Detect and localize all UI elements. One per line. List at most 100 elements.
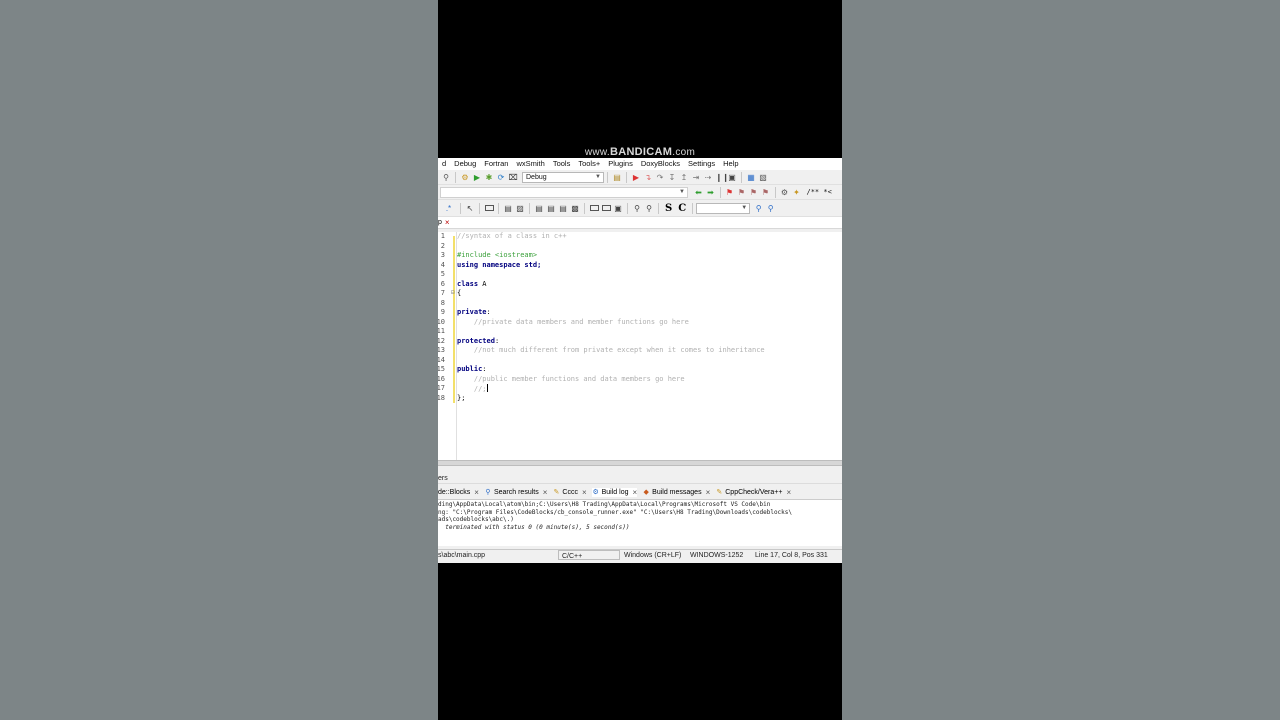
status-language: C/C++	[558, 550, 620, 560]
run-to-cursor-icon[interactable]: ↴	[644, 173, 653, 182]
next-instruction-icon[interactable]: ⇥	[692, 173, 701, 182]
close-icon[interactable]: ×	[543, 488, 548, 497]
code-line: using namespace std;	[457, 260, 542, 269]
build-run-icon[interactable]: ✱	[485, 173, 494, 182]
break-debugger-icon[interactable]: ❙❙	[716, 173, 729, 182]
code-line: //;	[457, 384, 488, 393]
close-icon[interactable]: ×	[474, 488, 479, 497]
close-icon[interactable]: ×	[582, 488, 587, 497]
chevron-down-icon: ▼	[741, 204, 748, 211]
c-toggle-icon[interactable]: C	[678, 203, 686, 214]
text-cursor	[486, 384, 488, 392]
bookmark-toggle-icon[interactable]: ⚑	[725, 188, 734, 197]
step-into-icon[interactable]: ↧	[668, 173, 677, 182]
build-toolbar: ⚲ ⚙ ▶ ✱ ⟳ ⌧ Debug ▼ ▤ ▶ ↴ ↷ ↧ ↥ ⇥ ⇢ ❙❙ ▣ …	[438, 170, 842, 185]
log-line: ding\AppData\Local\atom\bin;C:\Users\H8 …	[438, 501, 771, 508]
menu-item-wxsmith[interactable]: wxSmith	[512, 158, 548, 170]
menu-item-debug[interactable]: Debug	[450, 158, 480, 170]
status-bar: s\abc\main.cpp C/C++ Windows (CR+LF) WIN…	[438, 549, 842, 561]
shape-3-icon[interactable]: ▣	[614, 204, 623, 213]
code-line: public:	[457, 365, 487, 373]
frame-icon[interactable]	[484, 205, 494, 211]
layout-2-icon[interactable]: ▨	[516, 204, 525, 213]
bookmark-next-icon[interactable]: ⚑	[749, 188, 758, 197]
zoom-out-icon[interactable]: ⚲	[645, 204, 654, 213]
tab-build-log[interactable]: ⚙ Build log ×	[591, 488, 638, 497]
menu-item-doxyblocks[interactable]: DoxyBlocks	[637, 158, 684, 170]
abort-icon[interactable]: ⌧	[509, 173, 518, 182]
layout-1-icon[interactable]: ▤	[504, 204, 513, 213]
shape-1-icon[interactable]	[589, 205, 599, 211]
select-cursor-icon[interactable]: ↖	[466, 204, 475, 213]
logs-tabs: de::Blocks × ⚲ Search results × ✎ Cccc × ⚙ Bui…	[438, 486, 842, 499]
next-line-icon[interactable]: ↷	[656, 173, 665, 182]
run-icon[interactable]: ▶	[473, 173, 482, 182]
search-icon[interactable]: ⚲	[442, 173, 451, 182]
rebuild-icon[interactable]: ⟳	[497, 173, 506, 182]
build-log-output[interactable]: ding\AppData\Local\atom\bin;C:\Users\H8 …	[438, 499, 842, 546]
gear-icon: ⚙	[592, 488, 599, 496]
doxywizard-icon[interactable]: ⚙	[780, 188, 789, 197]
codeblocks-window: d Debug Fortran wxSmith Tools Tools+ Plu…	[438, 158, 842, 563]
find-advanced-icon[interactable]: ⚲	[766, 204, 775, 213]
shape-2-icon[interactable]	[601, 205, 611, 211]
scope-select[interactable]: ▼	[440, 186, 688, 198]
menu-item-settings[interactable]: Settings	[684, 158, 719, 170]
close-icon[interactable]: ×	[445, 218, 450, 227]
build-target-select[interactable]: Debug ▼	[522, 171, 604, 183]
menu-item-fortran[interactable]: Fortran	[480, 158, 512, 170]
debug-windows-icon[interactable]: ▦	[747, 173, 756, 182]
various-info-icon[interactable]: ▧	[759, 173, 768, 182]
step-instruction-icon[interactable]: ⇢	[704, 173, 713, 182]
code-line: protected:	[457, 336, 500, 345]
tab-codeblocks-log[interactable]: de::Blocks ×	[438, 488, 479, 497]
align-1-icon[interactable]: ▤	[535, 204, 544, 213]
close-icon[interactable]: ×	[786, 488, 791, 497]
pane-splitter[interactable]	[438, 460, 842, 466]
fold-minus-icon[interactable]: ⊟	[451, 289, 455, 296]
status-encoding: WINDOWS-1252	[690, 552, 744, 559]
tab-search-results[interactable]: ⚲ Search results ×	[484, 488, 547, 497]
menu-item-build[interactable]: d	[438, 158, 450, 170]
step-out-icon[interactable]: ↥	[680, 173, 689, 182]
align-3-icon[interactable]: ▤	[559, 204, 568, 213]
tab-cppcheck-vera[interactable]: ✎ CppCheck/Vera++ ×	[715, 488, 791, 497]
tab-cccc[interactable]: ✎ Cccc ×	[552, 488, 586, 497]
log-line: ng: "C:\Program Files\CodeBlocks/cb_cons…	[438, 508, 793, 516]
chevron-down-icon: ▼	[679, 188, 685, 195]
chevron-down-icon: ▼	[595, 173, 601, 180]
stop-debugger-icon[interactable]: ▣	[728, 173, 737, 182]
menu-item-plugins[interactable]: Plugins	[604, 158, 637, 170]
show-select-target-icon[interactable]: ▤	[613, 173, 622, 182]
line-number-gutter: 1 2 3 4 5 6 7 8 9 10 11 12 13 14 15 16 1…	[438, 232, 457, 460]
build-gear-icon[interactable]: ⚙	[461, 173, 470, 182]
extract-docs-icon[interactable]: ✦	[792, 188, 801, 197]
code-line: //not much different from private except…	[457, 346, 765, 354]
forward-arrow-icon[interactable]: ➡	[706, 188, 715, 197]
menu-item-help[interactable]: Help	[719, 158, 742, 170]
code-line: //syntax of a class in c++	[457, 232, 567, 240]
align-2-icon[interactable]: ▤	[547, 204, 556, 213]
menu-item-tools[interactable]: Tools	[549, 158, 575, 170]
code-editor[interactable]: 1 2 3 4 5 6 7 8 9 10 11 12 13 14 15 16 1…	[438, 232, 842, 460]
code-completion-toolbar: ▼ ⬅ ➡ ⚑ ⚑ ⚑ ⚑ ⚙ ✦ /** *<	[438, 185, 842, 200]
search-combo[interactable]: ▼	[696, 202, 751, 214]
editor-tab-main-cpp[interactable]: p	[438, 219, 442, 226]
close-icon[interactable]: ×	[632, 488, 637, 497]
s-toggle-icon[interactable]: S	[665, 203, 672, 214]
menu-item-tools-plus[interactable]: Tools+	[574, 158, 604, 170]
bookmark-prev-icon[interactable]: ⚑	[737, 188, 746, 197]
debug-start-icon[interactable]: ▶	[632, 173, 641, 182]
tab-build-messages[interactable]: ◆ Build messages ×	[642, 488, 710, 497]
align-4-icon[interactable]: ▩	[571, 204, 580, 213]
close-icon[interactable]: ×	[706, 488, 711, 497]
back-arrow-icon[interactable]: ⬅	[694, 188, 703, 197]
regex-icon[interactable]: .*	[442, 204, 456, 213]
find-icon[interactable]: ⚲	[754, 204, 763, 213]
pencil-icon: ✎	[716, 488, 723, 496]
comment-block-button[interactable]: /** *<	[807, 188, 832, 196]
code-line: class A	[457, 279, 487, 288]
zoom-in-icon[interactable]: ⚲	[633, 204, 642, 213]
bookmark-clear-icon[interactable]: ⚑	[761, 188, 770, 197]
code-line: private:	[457, 308, 491, 316]
